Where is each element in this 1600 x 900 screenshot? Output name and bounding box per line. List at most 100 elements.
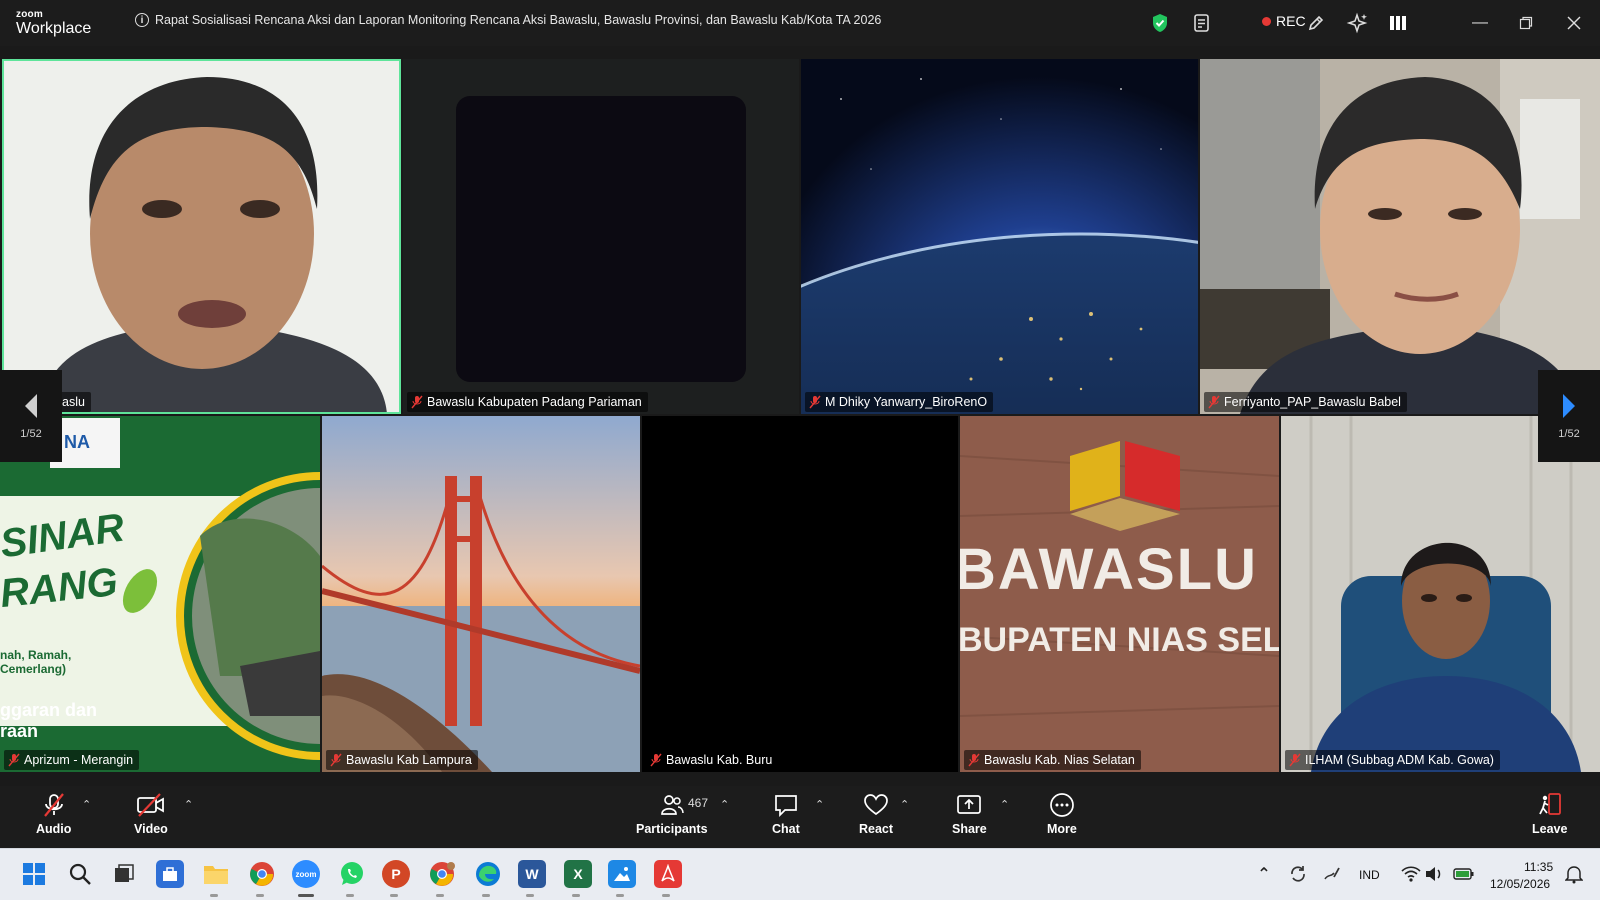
participant-name-label: Bawaslu Kab. Nias Selatan [964,750,1141,770]
react-options-chevron-icon[interactable]: ⌃ [900,798,909,811]
chat-icon [775,795,797,818]
banner-logo-text: NA [64,432,90,452]
banner-text-6: raan [0,721,39,741]
windows-taskbar: zoom P W X ⌃ IND 11:35 12/05/2026 [0,848,1600,900]
mic-muted-icon [650,753,662,767]
windows-start-icon[interactable] [20,860,48,888]
video-tile[interactable]: NA SINAR RANG nah, Ramah, Cemerlang) gga… [0,416,320,772]
bawaslu-wall-subtext: BUPATEN NIAS SELAT [960,621,1279,659]
minimize-icon[interactable]: — [1462,8,1498,38]
chrome-profile-icon[interactable] [428,860,456,888]
banner-text-3: nah, Ramah, [0,648,72,662]
participants-count: 467 [688,796,709,810]
notes-icon[interactable] [1190,11,1214,35]
running-indicator [346,894,354,897]
video-tile[interactable]: Ferriyanto_PAP_Bawaslu Babel [1200,59,1600,414]
pdf-reader-icon[interactable] [654,860,682,888]
share-options-chevron-icon[interactable]: ⌃ [1000,798,1009,811]
store-icon[interactable] [156,860,184,888]
share-screen-icon [957,795,982,814]
pen-input-icon[interactable] [1318,860,1346,888]
file-explorer-icon[interactable] [202,860,230,888]
running-indicator [482,894,490,897]
running-indicator [526,894,534,897]
participant-name: Bawaslu Kabupaten Padang Pariaman [427,395,642,409]
sync-icon[interactable] [1284,860,1312,888]
audio-button[interactable]: Audio [36,792,71,836]
excel-icon[interactable]: X [564,860,592,888]
previous-page-button[interactable]: 1/52 [0,370,62,462]
participant-name: ILHAM (Subbag ADM Kab. Gowa) [1305,753,1494,767]
react-button[interactable]: React [859,792,893,836]
mic-muted-icon [1289,753,1301,767]
chat-options-chevron-icon[interactable]: ⌃ [815,798,824,811]
recording-indicator[interactable]: REC [1262,13,1306,29]
audio-options-chevron-icon[interactable]: ⌃ [82,798,91,811]
notification-bell-icon[interactable] [1560,860,1588,888]
running-indicator [256,894,264,897]
participant-name-label: Bawaslu Kab. Buru [646,750,779,770]
powerpoint-icon[interactable]: P [382,860,410,888]
banner-text-4: Cemerlang) [0,662,67,676]
video-tile[interactable]: M Dhiky Yanwarry_BiroRenO [801,59,1198,414]
chrome-icon[interactable] [248,860,276,888]
leave-button[interactable]: Leave [1532,792,1567,836]
chevron-right-icon [1563,394,1575,418]
security-shield-icon[interactable] [1148,11,1172,35]
whatsapp-icon[interactable] [338,860,366,888]
meeting-title-text: Rapat Sosialisasi Rencana Aksi dan Lapor… [155,13,882,27]
video-tile[interactable]: Bawaslu Kab. Buru [642,416,958,772]
meeting-title[interactable]: i Rapat Sosialisasi Rencana Aksi dan Lap… [135,13,881,27]
participants-label: Participants [636,822,708,836]
next-page-button[interactable]: 1/52 [1538,370,1600,462]
more-button[interactable]: More [1047,792,1077,836]
participants-options-chevron-icon[interactable]: ⌃ [720,798,729,811]
video-off-placeholder [456,96,746,382]
participant-name: Bawaslu Kab. Nias Selatan [984,753,1135,767]
video-label: Video [134,822,168,836]
banner-text-5: ggaran dan [0,700,98,720]
earth-background-image [801,59,1198,414]
task-view-icon[interactable] [110,860,138,888]
clock-date[interactable]: 12/05/2026 [1490,877,1550,891]
participant-name-label: Bawaslu Kabupaten Padang Pariaman [407,392,648,412]
audio-label: Audio [36,822,72,836]
battery-icon[interactable] [1450,860,1478,888]
volume-icon[interactable] [1420,860,1448,888]
video-tile[interactable]: Bawaslu Kab Lampura [322,416,640,772]
photos-icon[interactable] [608,860,636,888]
chat-button[interactable]: Chat [772,792,800,836]
participant-name: aslu [62,395,85,409]
video-tile[interactable]: BAWASLU BUPATEN NIAS SELAT Bawaslu Kab. … [960,416,1279,772]
close-icon[interactable] [1556,8,1592,38]
restore-icon[interactable] [1508,8,1544,38]
clock-time[interactable]: 11:35 [1524,860,1553,874]
video-options-chevron-icon[interactable]: ⌃ [184,798,193,811]
video-tile[interactable]: ILHAM (Subbag ADM Kab. Gowa) [1281,416,1600,772]
title-bar: zoom Workplace i Rapat Sosialisasi Renca… [0,0,1600,46]
chevron-left-icon [25,394,37,418]
participant-video [1200,59,1600,414]
word-icon[interactable]: W [518,860,546,888]
search-icon[interactable] [66,860,94,888]
pencil-icon[interactable] [1304,11,1328,35]
edge-icon[interactable] [474,860,502,888]
zoom-logo: zoom Workplace [16,10,91,37]
show-hidden-icons-chevron-icon[interactable]: ⌃ [1250,860,1278,888]
participant-name: Bawaslu Kab Lampura [346,753,472,767]
info-icon[interactable]: i [135,13,149,27]
participant-name-label: Aprizum - Merangin [4,750,140,770]
participant-name-label: ILHAM (Subbag ADM Kab. Gowa) [1285,750,1500,770]
ai-companion-icon[interactable] [1345,11,1369,35]
mic-muted-icon [1208,395,1220,409]
zoom-app-icon[interactable]: zoom [292,860,320,888]
participant-name: M Dhiky Yanwarry_BiroRenO [825,395,988,409]
participants-icon [660,795,684,815]
language-indicator[interactable]: IND [1359,868,1380,882]
view-layout-icon[interactable] [1386,11,1410,35]
video-tile[interactable]: aslu [2,59,401,414]
video-tile[interactable]: Bawaslu Kabupaten Padang Pariaman [403,59,799,414]
mic-muted-icon [330,753,342,767]
share-button[interactable]: Share [952,792,987,836]
video-button[interactable]: Video [134,792,168,836]
